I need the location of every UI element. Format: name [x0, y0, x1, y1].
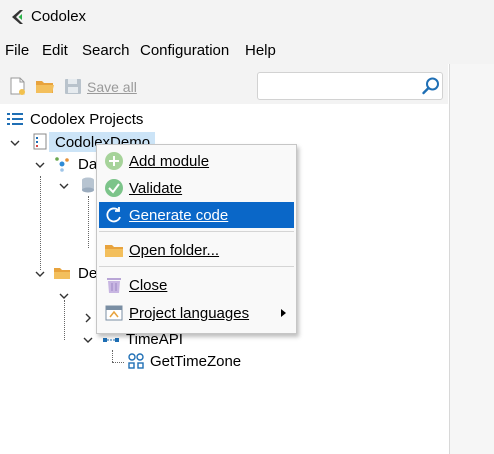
menu-separator [99, 266, 294, 267]
window-title: Codolex [31, 8, 87, 25]
project-icon [33, 133, 47, 150]
menu-edit[interactable]: Edit [42, 42, 68, 59]
tree-guide [112, 350, 113, 362]
chevron-down-icon[interactable] [58, 180, 70, 192]
folder-icon [54, 268, 70, 279]
check-circle-icon [105, 179, 123, 197]
open-button[interactable] [34, 74, 56, 98]
chevron-right-icon[interactable] [82, 312, 94, 324]
menu-item-label: Close [129, 277, 168, 294]
open-folder-icon [36, 81, 54, 93]
menu-item-validate[interactable]: Validate [99, 175, 294, 201]
search-box[interactable] [257, 72, 443, 100]
save-all-label[interactable]: Save all [87, 79, 137, 95]
save-all-button[interactable] [62, 74, 84, 98]
menu-item-project-languages[interactable]: Project languages [99, 300, 294, 326]
menu-configuration[interactable]: Configuration [140, 42, 229, 59]
flow-icon [128, 353, 144, 369]
chevron-down-icon[interactable] [82, 334, 94, 346]
menu-item-generate-code[interactable]: Generate code [99, 202, 294, 228]
menu-item-label: Validate [129, 180, 183, 197]
tree-guide [40, 176, 41, 270]
chevron-down-icon[interactable] [34, 268, 46, 280]
data-icon [55, 157, 69, 172]
new-file-icon [10, 77, 25, 95]
menu-search[interactable]: Search [82, 42, 130, 59]
languages-icon [105, 305, 123, 321]
search-icon[interactable] [421, 76, 441, 96]
menu-help[interactable]: Help [245, 42, 276, 59]
tree-root-label[interactable]: Codolex Projects [30, 111, 143, 128]
menu-item-label: Generate code [129, 207, 229, 224]
menu-item-add-module[interactable]: Add module [99, 148, 294, 174]
tree-node-de[interactable]: De [78, 265, 97, 282]
context-menu: Add module Validate Generate code Open f… [96, 144, 297, 334]
database-icon [82, 177, 94, 193]
new-button[interactable] [7, 74, 29, 98]
folder-icon [105, 245, 123, 257]
trash-icon [107, 278, 121, 293]
menu-item-label: Project languages [129, 305, 250, 322]
menu-file[interactable]: File [5, 42, 29, 59]
tree-node-gettimezone[interactable]: GetTimeZone [150, 353, 241, 370]
menu-item-label: Add module [129, 153, 210, 170]
menu-bar: File Edit Search Configuration Help [0, 36, 494, 64]
menu-item-label: Open folder... [129, 242, 220, 259]
tree-guide [64, 300, 65, 340]
right-panel [449, 64, 494, 454]
menu-separator [99, 231, 294, 232]
refresh-icon [106, 207, 121, 223]
tree-guide [88, 196, 89, 248]
chevron-down-icon[interactable] [34, 159, 46, 171]
tree-node-da[interactable]: Da [78, 156, 97, 173]
save-icon [65, 79, 81, 94]
codolex-logo-icon [12, 10, 23, 24]
submenu-arrow-icon [281, 309, 286, 317]
menu-item-close[interactable]: Close [99, 272, 294, 298]
menu-item-open-folder[interactable]: Open folder... [99, 237, 294, 263]
chevron-down-icon[interactable] [9, 137, 21, 149]
title-bar: Codolex [0, 0, 494, 36]
tree-guide [112, 362, 124, 363]
plus-circle-icon [105, 152, 123, 170]
list-icon [7, 113, 23, 125]
search-input[interactable] [262, 77, 416, 97]
